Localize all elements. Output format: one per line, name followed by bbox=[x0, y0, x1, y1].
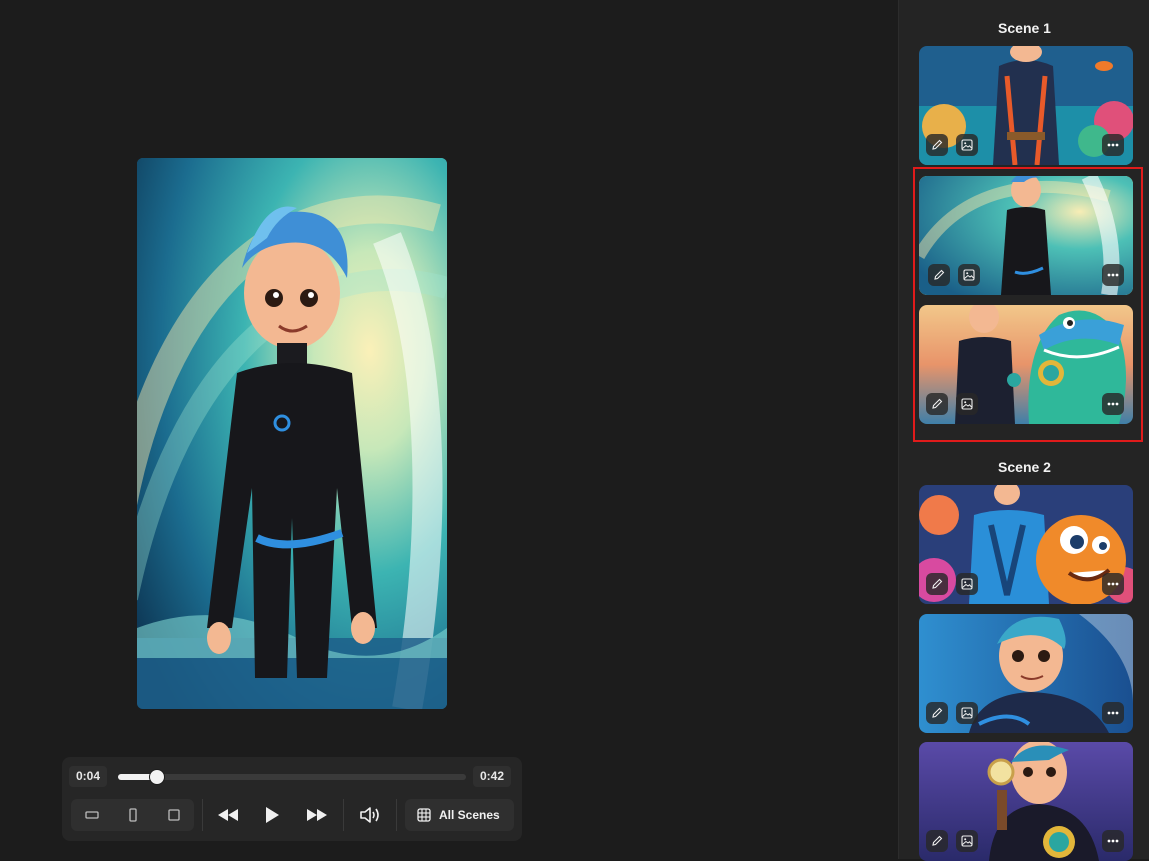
rewind-button[interactable] bbox=[212, 799, 244, 831]
fast-forward-button[interactable] bbox=[301, 799, 333, 831]
scene-2-title: Scene 2 bbox=[998, 459, 1051, 475]
progress-knob[interactable] bbox=[149, 769, 166, 785]
current-time: 0:04 bbox=[69, 766, 108, 787]
scene-1-shot-2-thumbnail[interactable] bbox=[919, 176, 1133, 295]
preview-artwork bbox=[137, 158, 447, 709]
image-icon bbox=[961, 398, 973, 410]
shot-artwork bbox=[919, 46, 1133, 165]
image-icon bbox=[963, 269, 975, 281]
grid-icon bbox=[417, 808, 431, 822]
all-scenes-label: All Scenes bbox=[439, 808, 500, 822]
image-icon bbox=[961, 578, 973, 590]
replace-image-button[interactable] bbox=[956, 134, 978, 156]
shot-more-button[interactable] bbox=[1102, 393, 1124, 415]
portrait-ratio-icon bbox=[128, 808, 137, 822]
shot-artwork bbox=[919, 614, 1133, 733]
fast-forward-icon bbox=[307, 809, 327, 821]
shot-more-button[interactable] bbox=[1102, 264, 1124, 286]
square-ratio-icon bbox=[167, 809, 180, 821]
play-button[interactable] bbox=[256, 799, 288, 831]
more-icon bbox=[1107, 402, 1119, 406]
divider bbox=[396, 799, 397, 831]
shot-artwork bbox=[919, 485, 1133, 604]
landscape-ratio-button[interactable] bbox=[77, 801, 107, 829]
edit-shot-button[interactable] bbox=[926, 134, 948, 156]
replace-image-button[interactable] bbox=[956, 830, 978, 852]
all-scenes-button[interactable]: All Scenes bbox=[405, 799, 514, 831]
scene-1-shot-3-thumbnail[interactable] bbox=[919, 305, 1133, 424]
volume-button[interactable] bbox=[354, 799, 386, 831]
scene-2-shot-1-thumbnail[interactable] bbox=[919, 485, 1133, 604]
pencil-icon bbox=[932, 707, 943, 718]
volume-icon bbox=[360, 807, 379, 823]
shot-artwork bbox=[919, 305, 1133, 424]
replace-image-button[interactable] bbox=[956, 393, 978, 415]
play-icon bbox=[266, 807, 279, 823]
edit-shot-button[interactable] bbox=[928, 264, 950, 286]
pencil-icon bbox=[932, 139, 943, 150]
replace-image-button[interactable] bbox=[956, 573, 978, 595]
image-icon bbox=[961, 139, 973, 151]
progress-track[interactable] bbox=[118, 769, 466, 785]
player-controls: 0:04 0:42 All Scenes bbox=[62, 757, 522, 841]
edit-shot-button[interactable] bbox=[926, 830, 948, 852]
video-preview[interactable] bbox=[137, 158, 447, 709]
landscape-ratio-icon bbox=[84, 811, 99, 819]
editor-stage: 0:04 0:42 All Scenes bbox=[0, 0, 898, 859]
more-icon bbox=[1107, 711, 1119, 715]
scene-2-shot-3-thumbnail[interactable] bbox=[919, 742, 1133, 861]
shot-more-button[interactable] bbox=[1102, 573, 1124, 595]
more-icon bbox=[1107, 143, 1119, 147]
divider bbox=[202, 799, 203, 831]
edit-shot-button[interactable] bbox=[926, 393, 948, 415]
image-icon bbox=[961, 835, 973, 847]
more-icon bbox=[1107, 839, 1119, 843]
square-ratio-button[interactable] bbox=[159, 801, 189, 829]
shot-more-button[interactable] bbox=[1102, 134, 1124, 156]
more-icon bbox=[1107, 582, 1119, 586]
shot-artwork bbox=[919, 742, 1133, 861]
edit-shot-button[interactable] bbox=[926, 702, 948, 724]
scene-2-shot-2-thumbnail[interactable] bbox=[919, 614, 1133, 733]
pencil-icon bbox=[932, 398, 943, 409]
replace-image-button[interactable] bbox=[956, 702, 978, 724]
total-time: 0:42 bbox=[473, 766, 512, 787]
aspect-ratio-group bbox=[71, 799, 194, 831]
edit-shot-button[interactable] bbox=[926, 573, 948, 595]
scene-sidebar[interactable]: Scene 1 Scene 2 bbox=[898, 0, 1149, 861]
pencil-icon bbox=[934, 269, 945, 280]
replace-image-button[interactable] bbox=[958, 264, 980, 286]
scene-1-title: Scene 1 bbox=[998, 20, 1051, 36]
more-icon bbox=[1107, 273, 1119, 277]
shot-more-button[interactable] bbox=[1102, 830, 1124, 852]
scene-1-shot-1-thumbnail[interactable] bbox=[919, 46, 1133, 165]
pencil-icon bbox=[932, 835, 943, 846]
rewind-icon bbox=[218, 809, 238, 821]
shot-more-button[interactable] bbox=[1102, 702, 1124, 724]
portrait-ratio-button[interactable] bbox=[118, 801, 148, 829]
shot-artwork bbox=[919, 176, 1133, 295]
pencil-icon bbox=[932, 578, 943, 589]
divider bbox=[343, 799, 344, 831]
image-icon bbox=[961, 707, 973, 719]
